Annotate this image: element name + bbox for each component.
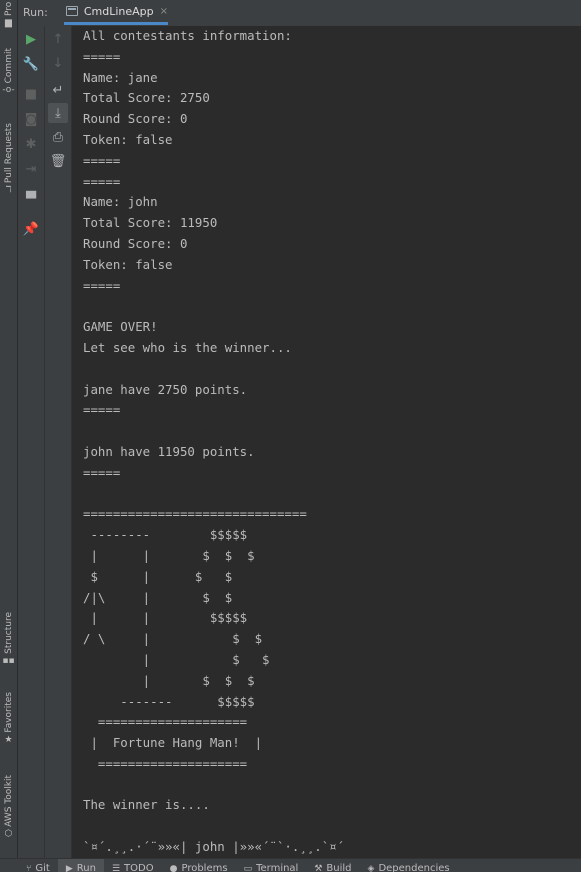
- pin-icon: 📌: [23, 222, 39, 237]
- run-config-tab-label: CmdLineApp: [84, 5, 154, 18]
- scroll-to-end-icon: ⤓: [55, 106, 61, 121]
- scroll-up-button[interactable]: ↑: [48, 29, 68, 49]
- pull-requests-tool-tab[interactable]: Pull Requests ℸ: [0, 123, 17, 195]
- favorites-tool-tab[interactable]: Favorites ★: [0, 692, 17, 745]
- pull-request-icon: ℸ: [6, 185, 12, 195]
- run-toolbar-primary: ▶ 🔧 ■ ◙ ✱ ⇥ ▀ 📌: [18, 26, 45, 858]
- commit-tool-tab[interactable]: Commit -o-: [0, 48, 17, 95]
- screenshot-button[interactable]: ◙: [21, 109, 41, 129]
- arrow-down-icon: ↓: [53, 56, 64, 71]
- folder-icon: ▆: [5, 18, 12, 28]
- stop-button[interactable]: ■: [21, 84, 41, 104]
- favorites-tool-label: Favorites: [4, 692, 14, 733]
- exit-button[interactable]: ⇥: [21, 159, 41, 179]
- left-tool-strip: Pro ▆ Commit -o- Pull Requests ℸ Structu…: [0, 0, 18, 858]
- project-tool-tab[interactable]: Pro ▆: [0, 0, 17, 28]
- structure-icon: ▪▪: [2, 656, 14, 666]
- console-app-icon: [66, 6, 78, 16]
- play-icon: ▶: [26, 32, 36, 47]
- soft-wrap-icon: ↵: [53, 83, 64, 98]
- print-button[interactable]: ⎙: [48, 127, 68, 147]
- console-output[interactable]: All contestants information: ===== Name:…: [72, 26, 581, 858]
- commit-tool-label: Commit: [4, 48, 14, 83]
- printer-icon: ⎙: [53, 130, 63, 145]
- run-toolbar-secondary: ↑ ↓ ↵ ⤓ ⎙ 🗑: [45, 26, 72, 858]
- star-icon: ★: [4, 735, 12, 745]
- run-config-tab[interactable]: CmdLineApp ×: [64, 0, 168, 25]
- layout-button[interactable]: ▀: [21, 189, 41, 209]
- aws-toolkit-tool-label: AWS Toolkit: [4, 775, 14, 827]
- clear-all-button[interactable]: 🗑: [48, 151, 68, 171]
- run-tool-button[interactable]: ▶ Run: [58, 859, 104, 872]
- debug-settings-button[interactable]: ✱: [21, 134, 41, 154]
- bottom-tool-bar: ⑂ Git ▶ Run ☰ TODO ● Problems ▭ Terminal…: [0, 858, 581, 872]
- bug-icon: ✱: [26, 137, 37, 152]
- structure-tool-tab[interactable]: Structure ▪▪: [0, 612, 17, 666]
- aws-toolkit-tool-tab[interactable]: AWS Toolkit ⬡: [0, 775, 17, 839]
- exit-icon: ⇥: [26, 162, 37, 177]
- commit-icon: -o-: [2, 85, 14, 95]
- console-text: All contestants information: ===== Name:…: [72, 26, 581, 858]
- arrow-up-icon: ↑: [53, 32, 64, 47]
- close-tab-icon[interactable]: ×: [160, 6, 168, 17]
- camera-icon: ◙: [25, 112, 38, 127]
- aws-icon: ⬡: [5, 829, 13, 839]
- run-panel-header: Run: CmdLineApp ×: [18, 0, 581, 27]
- run-label: Run:: [23, 6, 48, 19]
- pin-tab-button[interactable]: 📌: [21, 219, 41, 239]
- wrench-icon: 🔧: [23, 57, 39, 72]
- scroll-to-end-button[interactable]: ⤓: [48, 103, 68, 123]
- project-tool-label: Pro: [4, 0, 14, 16]
- structure-tool-label: Structure: [4, 612, 14, 654]
- modify-run-config-button[interactable]: 🔧: [21, 54, 41, 74]
- rerun-button[interactable]: ▶: [21, 29, 41, 49]
- stop-icon: ■: [25, 87, 37, 102]
- layout-icon: ▀: [26, 192, 36, 207]
- scroll-down-button[interactable]: ↓: [48, 53, 68, 73]
- pull-requests-tool-label: Pull Requests: [4, 123, 14, 183]
- trash-icon: 🗑: [50, 154, 67, 169]
- soft-wrap-button[interactable]: ↵: [48, 80, 68, 100]
